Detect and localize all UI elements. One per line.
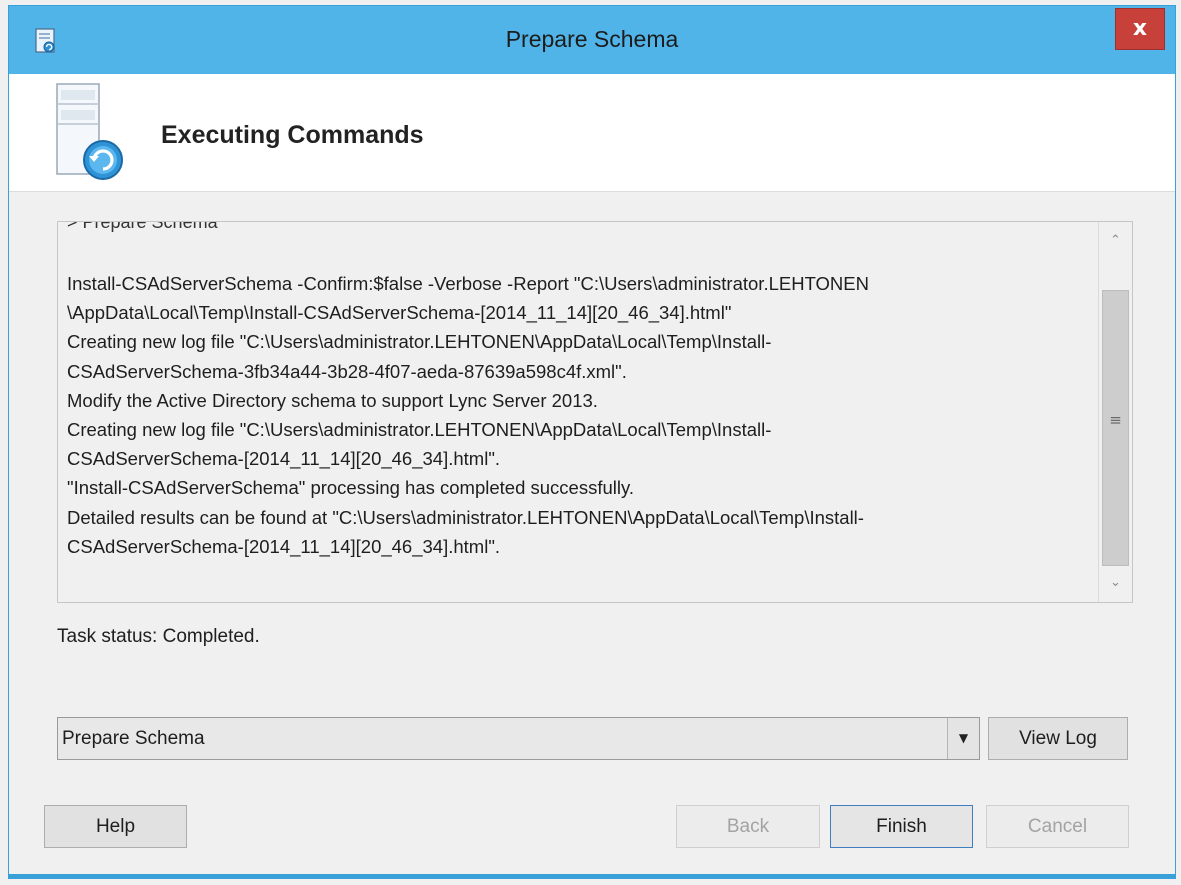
help-button[interactable]: Help [44, 805, 187, 848]
cancel-button[interactable]: Cancel [986, 805, 1129, 848]
task-select[interactable]: Prepare Schema ▼ [57, 717, 980, 760]
task-select-value: Prepare Schema [62, 728, 205, 749]
log-line: CSAdServerSchema-3fb34a44-3b28-4f07-aeda… [67, 360, 627, 382]
task-status: Task status: Completed. [57, 626, 260, 647]
log-line: Install-CSAdServerSchema -Confirm:$false… [67, 273, 869, 294]
log-line: Modify the Active Directory schema to su… [67, 389, 598, 411]
scroll-thumb[interactable]: ≡ [1102, 290, 1129, 566]
close-button[interactable]: x [1115, 8, 1165, 50]
log-line: \AppData\Local\Temp\Install-CSAdServerSc… [67, 302, 732, 324]
log-line: CSAdServerSchema-[2014_11_14][20_46_34].… [67, 448, 501, 470]
back-button[interactable]: Back [676, 805, 820, 848]
log-scrollbar[interactable]: ⌃ ≡ ⌄ [1098, 222, 1132, 602]
finish-button[interactable]: Finish [830, 805, 973, 848]
log-lines: Install-CSAdServerSchema -Confirm:$false… [67, 269, 1097, 561]
window-border-bottom [9, 874, 1175, 878]
wizard-header: Executing Commands [9, 74, 1175, 192]
view-log-button[interactable]: View Log [988, 717, 1128, 760]
window-title: Prepare Schema [505, 26, 679, 52]
page-title: Executing Commands [161, 121, 424, 149]
log-line: Detailed results can be found at "C:\Use… [67, 506, 864, 528]
grip-icon: ≡ [1109, 411, 1122, 429]
triangle-down-icon[interactable]: ▼ [947, 718, 979, 759]
prepare-schema-dialog: Prepare Schema x Executing Commands > Pr… [8, 5, 1176, 879]
log-section-header: > Prepare Schema [67, 221, 218, 232]
command-log[interactable]: > Prepare Schema Install-CSAdServerSchem… [57, 221, 1133, 603]
log-line: Creating new log file "C:\Users\administ… [67, 331, 772, 353]
chevron-up-icon[interactable]: ⌃ [1099, 226, 1132, 256]
server-refresh-icon [53, 82, 141, 182]
chevron-down-icon[interactable]: ⌄ [1099, 568, 1132, 598]
log-line: Creating new log file "C:\Users\administ… [67, 419, 772, 441]
title-bar[interactable]: Prepare Schema x [9, 6, 1175, 74]
log-line: "Install-CSAdServerSchema" processing ha… [67, 477, 635, 499]
log-line: CSAdServerSchema-[2014_11_14][20_46_34].… [67, 535, 501, 557]
